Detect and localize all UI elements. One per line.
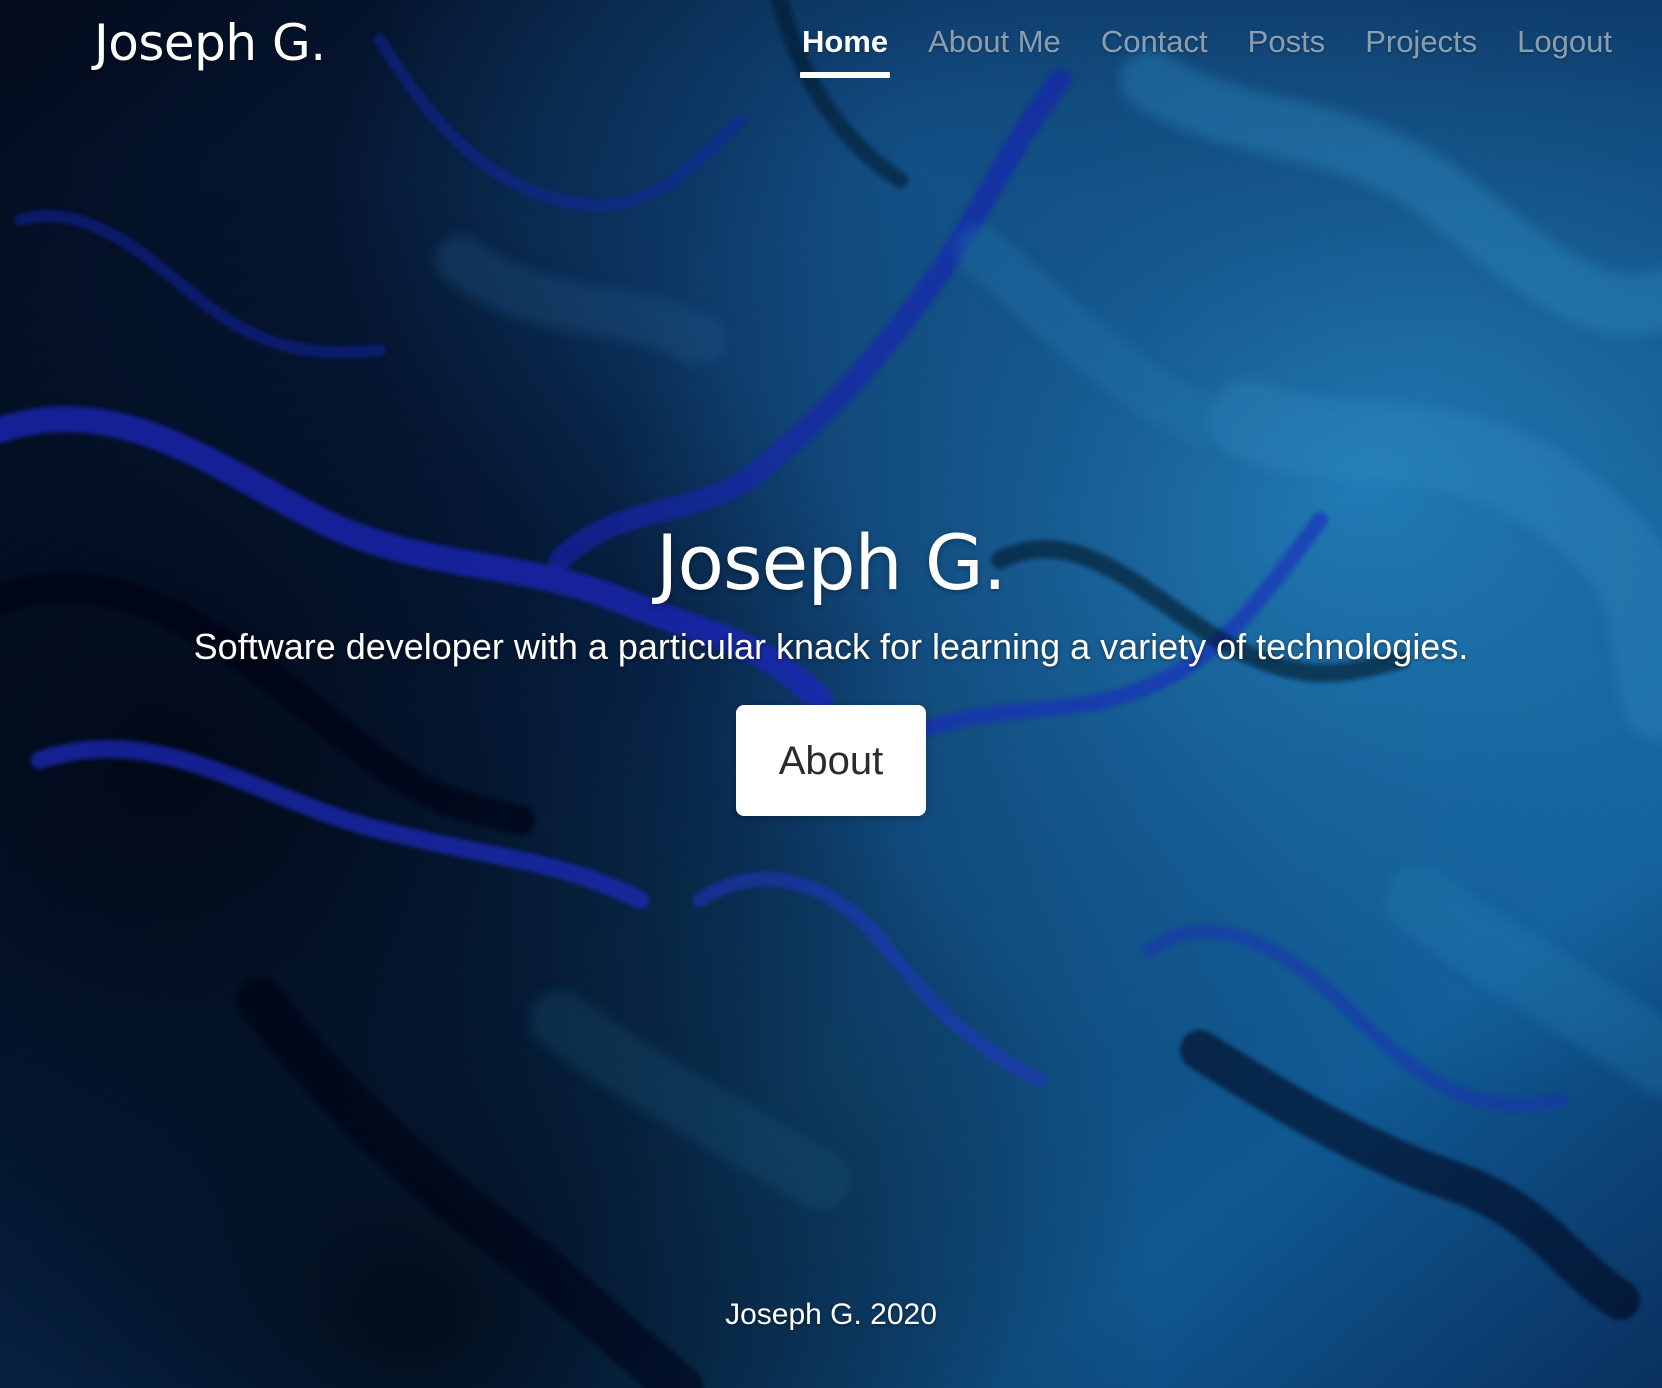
- footer-copyright: Joseph G. 2020: [725, 1298, 937, 1331]
- nav-link-projects[interactable]: Projects: [1345, 24, 1497, 78]
- about-button[interactable]: About: [736, 705, 926, 816]
- nav-link-posts[interactable]: Posts: [1228, 24, 1346, 78]
- top-navbar: Joseph G. Home About Me Contact Posts Pr…: [0, 0, 1662, 100]
- footer: Joseph G. 2020: [0, 1298, 1662, 1332]
- brand-logo-link[interactable]: Joseph G.: [94, 14, 326, 72]
- nav-link-logout[interactable]: Logout: [1497, 24, 1612, 78]
- nav-link-home[interactable]: Home: [782, 24, 908, 78]
- hero-subtitle: Software developer with a particular kna…: [193, 626, 1469, 667]
- hero-section: Joseph G. Software developer with a part…: [0, 515, 1662, 816]
- nav-link-about-me[interactable]: About Me: [908, 24, 1081, 78]
- nav-link-contact[interactable]: Contact: [1081, 24, 1228, 78]
- nav-links: Home About Me Contact Posts Projects Log…: [782, 24, 1612, 78]
- hero-title: Joseph G.: [656, 518, 1007, 607]
